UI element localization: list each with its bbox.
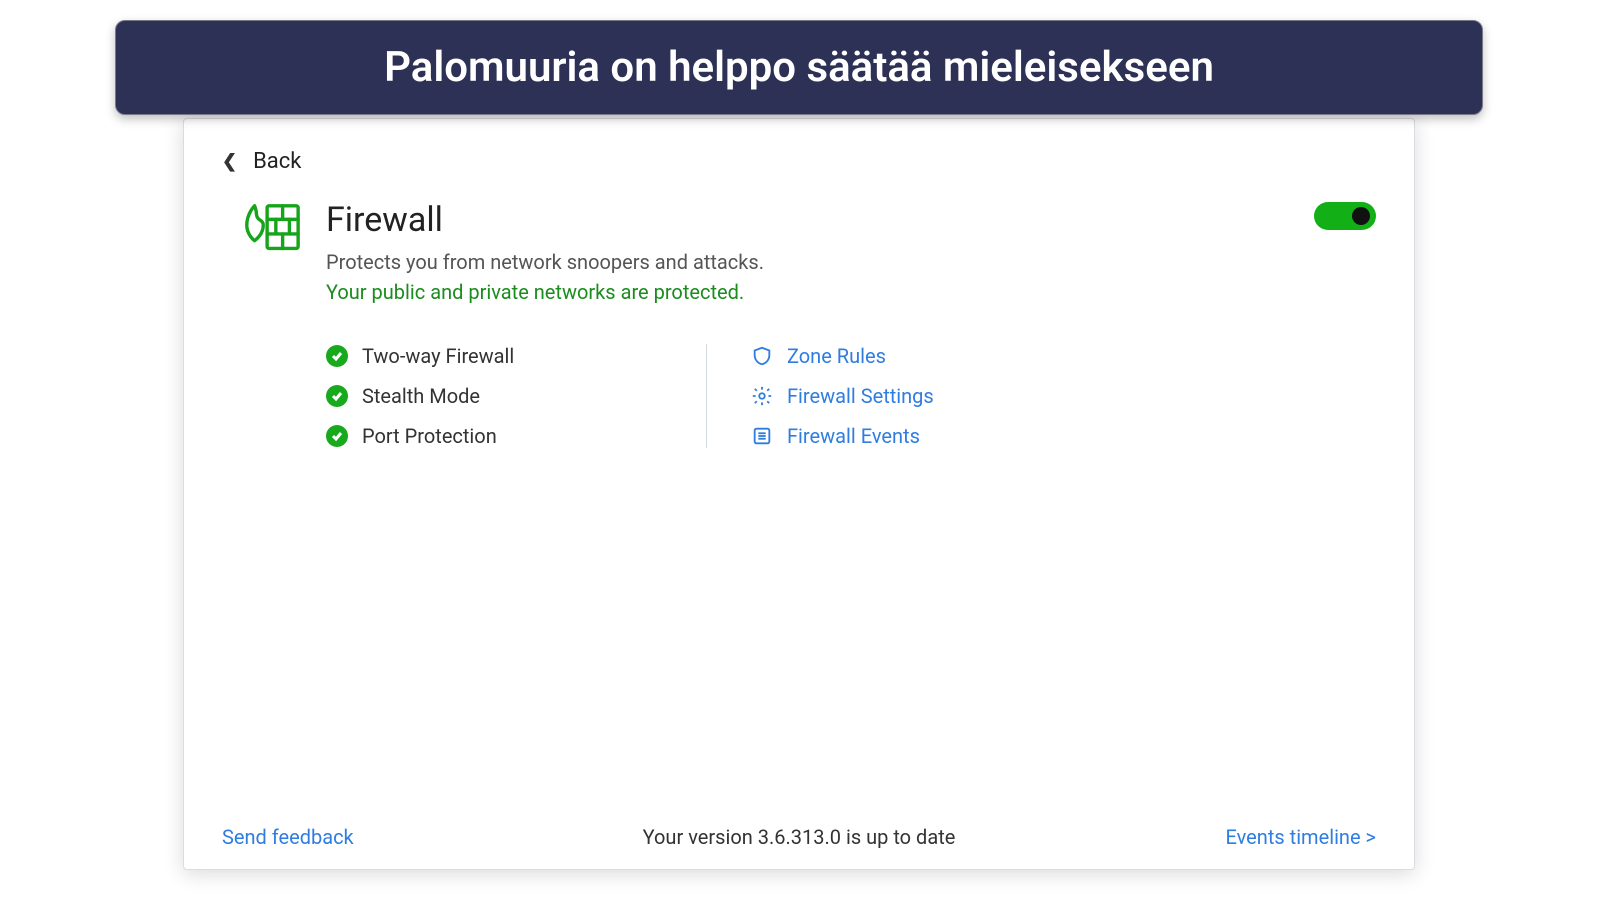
firewall-toggle[interactable] xyxy=(1314,202,1376,230)
link-firewall-settings[interactable]: Firewall Settings xyxy=(751,384,934,408)
links-column: Zone Rules Firewall Settings Firewall Ev… xyxy=(751,344,934,448)
feature-stealth-mode: Stealth Mode xyxy=(326,384,706,408)
link-label: Firewall Settings xyxy=(787,384,934,408)
version-label: Your version 3.6.313.0 is up to date xyxy=(643,825,956,849)
link-label: Zone Rules xyxy=(787,344,886,368)
firewall-header: Firewall Protects you from network snoop… xyxy=(222,200,1376,304)
footer-bar: Send feedback Your version 3.6.313.0 is … xyxy=(222,807,1376,849)
check-icon xyxy=(326,345,348,367)
shield-icon xyxy=(751,345,773,367)
chevron-left-icon: ❮ xyxy=(216,151,237,172)
back-label: Back xyxy=(253,149,301,174)
back-button[interactable]: ❮ Back xyxy=(216,149,1376,174)
firewall-icon xyxy=(240,200,302,256)
column-divider xyxy=(706,344,707,448)
promo-title: Palomuuria on helppo säätää mieleiseksee… xyxy=(384,43,1214,92)
promo-banner: Palomuuria on helppo säätää mieleiseksee… xyxy=(115,20,1483,115)
link-firewall-events[interactable]: Firewall Events xyxy=(751,424,934,448)
feature-label: Two-way Firewall xyxy=(362,344,514,368)
status-text: Your public and private networks are pro… xyxy=(326,280,764,304)
list-icon xyxy=(751,425,773,447)
feature-label: Port Protection xyxy=(362,424,497,448)
content-columns: Two-way Firewall Stealth Mode Port Prote… xyxy=(326,344,1376,448)
gear-icon xyxy=(751,385,773,407)
firewall-header-text: Firewall Protects you from network snoop… xyxy=(326,200,764,304)
feature-label: Stealth Mode xyxy=(362,384,480,408)
features-column: Two-way Firewall Stealth Mode Port Prote… xyxy=(326,344,706,448)
link-label: Firewall Events xyxy=(787,424,920,448)
check-icon xyxy=(326,385,348,407)
events-timeline-link[interactable]: Events timeline > xyxy=(1226,825,1377,849)
page-description: Protects you from network snoopers and a… xyxy=(326,250,764,274)
check-icon xyxy=(326,425,348,447)
feature-port-protection: Port Protection xyxy=(326,424,706,448)
firewall-panel: ❮ Back Firewall Protects you from networ… xyxy=(183,118,1415,870)
link-zone-rules[interactable]: Zone Rules xyxy=(751,344,934,368)
feature-two-way-firewall: Two-way Firewall xyxy=(326,344,706,368)
page-title: Firewall xyxy=(326,200,764,240)
send-feedback-link[interactable]: Send feedback xyxy=(222,825,354,849)
